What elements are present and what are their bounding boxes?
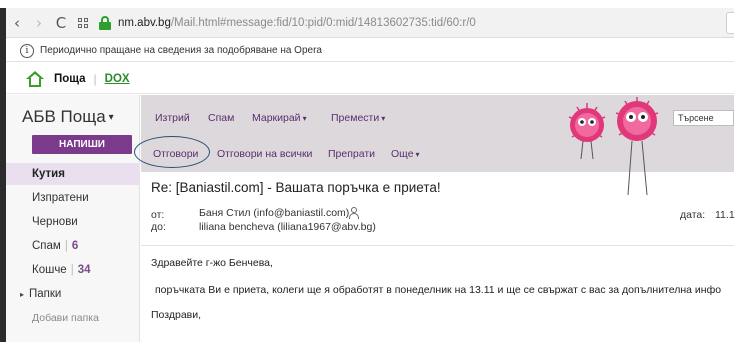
chevron-down-icon: ▾ xyxy=(108,112,114,124)
brand-menu[interactable]: АБВ Поща ▾ xyxy=(22,107,114,127)
forward-button[interactable]: Препрати xyxy=(328,148,375,160)
add-contact-icon[interactable] xyxy=(349,207,359,219)
compose-button[interactable]: НАПИШИ xyxy=(32,135,132,154)
chevron-down-icon: ▾ xyxy=(302,114,307,123)
opera-info-bar: i Периодично пращане на сведения за подо… xyxy=(6,40,734,62)
add-folder-link[interactable]: Добави папка xyxy=(32,312,99,324)
sidebar-item-spam[interactable]: Спам | 6 xyxy=(6,235,140,257)
message-body: поръчката Ви е приета, колеги ще я обраб… xyxy=(155,284,722,296)
sidebar-item-folders[interactable]: ▸ Папки xyxy=(6,283,140,305)
spam-count: 6 xyxy=(71,240,79,252)
from-label: от: xyxy=(151,209,165,221)
reload-button[interactable]: C xyxy=(50,14,72,32)
url-field[interactable]: nm.abv.bg/Mail.html#message:fid/10:pid/0… xyxy=(118,17,476,29)
message-view: Изтрий Спам Маркирай ▾ Премести ▾ Търсене … xyxy=(134,95,735,342)
mascot-left xyxy=(568,103,606,160)
forward-button[interactable]: › xyxy=(28,14,50,32)
sidebar: АБВ Поща ▾ НАПИШИ Кутия Изпратени Чернови… xyxy=(6,95,140,342)
address-bar-right-control[interactable] xyxy=(726,12,734,34)
annotation-circle xyxy=(134,136,210,168)
mascot-illustration xyxy=(568,97,659,196)
expand-triangle-icon: ▸ xyxy=(20,290,25,299)
move-menu[interactable]: Премести ▾ xyxy=(331,112,385,124)
message-closing: Поздрави, xyxy=(151,309,202,321)
mail-link[interactable]: Поща xyxy=(54,73,86,85)
mark-menu[interactable]: Маркирай ▾ xyxy=(252,112,307,124)
to-label: до: xyxy=(151,221,166,233)
back-button[interactable]: ‹ xyxy=(6,14,28,32)
to-value[interactable]: liliana bencheva (liliana1967@abv.bg) xyxy=(199,221,376,233)
chevron-down-icon: ▾ xyxy=(381,114,386,123)
date-value: 11.1 xyxy=(715,209,735,221)
sidebar-item-drafts[interactable]: Чернови xyxy=(6,211,140,233)
trash-count: 34 xyxy=(77,264,91,276)
sidebar-item-inbox[interactable]: Кутия xyxy=(6,163,140,185)
mascot-right xyxy=(615,97,659,196)
delete-button[interactable]: Изтрий xyxy=(155,112,190,124)
message-greeting: Здравейте г-жо Бенчева, xyxy=(151,257,273,269)
from-value[interactable]: Баня Стил (info@baniastil.com) xyxy=(199,207,349,219)
home-icon[interactable] xyxy=(26,70,44,87)
search-input[interactable]: Търсене xyxy=(673,110,734,126)
date-label: дата: xyxy=(680,209,706,221)
chevron-down-icon: ▾ xyxy=(415,150,420,159)
browser-address-bar: ‹ › C nm.abv.bg/Mail.html#message:fid/10… xyxy=(6,8,734,38)
speed-dial-grid-icon[interactable] xyxy=(72,17,94,28)
header-separator: | xyxy=(93,71,97,86)
dox-link[interactable]: DOX xyxy=(105,73,130,85)
secure-lock-icon[interactable] xyxy=(98,15,112,30)
message-subject: Re: [Baniastil.com] - Вашата поръчка е п… xyxy=(151,180,441,195)
more-menu[interactable]: Още ▾ xyxy=(391,148,420,160)
sidebar-item-trash[interactable]: Кошче | 34 xyxy=(6,259,140,281)
reply-all-button[interactable]: Отговори на всички xyxy=(217,148,312,160)
header-divider xyxy=(141,245,734,246)
site-header: Поща | DOX xyxy=(6,64,734,94)
spam-button[interactable]: Спам xyxy=(208,112,234,124)
sidebar-item-sent[interactable]: Изпратени xyxy=(6,187,140,209)
info-icon: i xyxy=(20,43,34,58)
info-bar-text: Периодично пращане на сведения за подобр… xyxy=(40,45,322,56)
